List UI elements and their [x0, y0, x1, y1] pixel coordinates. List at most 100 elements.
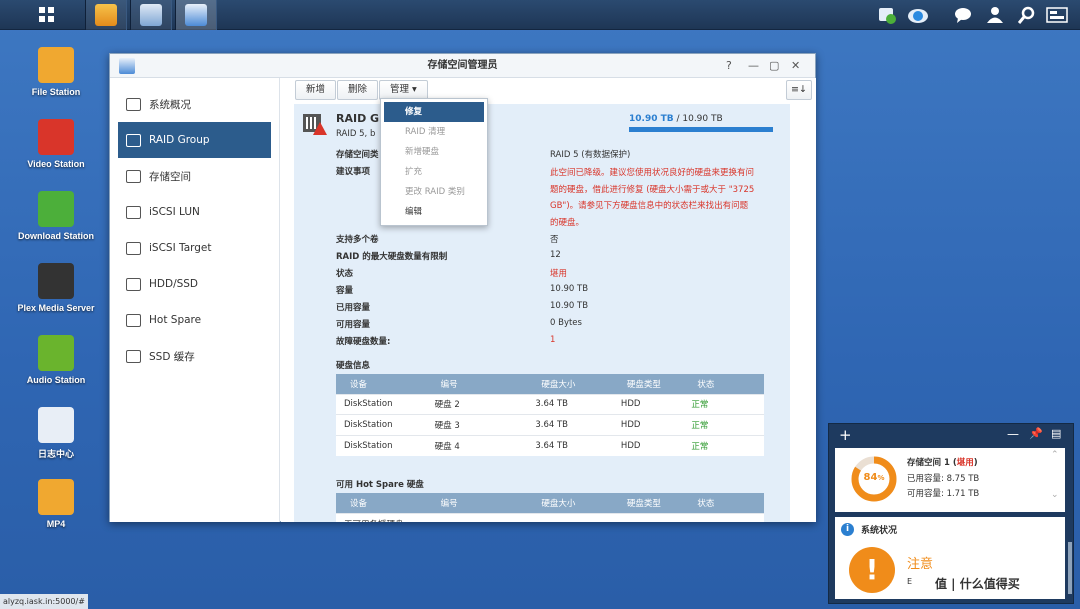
sidebar-item-1[interactable]: RAID Group: [118, 122, 271, 158]
maximize-button[interactable]: ▢: [769, 54, 779, 78]
desktop-icon-1[interactable]: Video Station: [6, 119, 106, 169]
taskbar-file-station[interactable]: [85, 0, 127, 30]
column-header[interactable]: 编号: [426, 493, 528, 513]
taskbar-control-panel[interactable]: [130, 0, 172, 30]
column-header[interactable]: 设备: [336, 374, 427, 394]
window-titlebar[interactable]: 存储空间管理员 ? — ▢ ✕: [110, 54, 815, 78]
chat-icon[interactable]: [952, 4, 974, 26]
capacity-readout: 10.90 TB / 10.90 TB: [629, 114, 723, 124]
column-header[interactable]: 状态: [683, 493, 764, 513]
column-header[interactable]: 状态: [683, 374, 764, 394]
table-row[interactable]: DiskStation 硬盘 2 3.64 TB HDD 正常: [336, 393, 764, 415]
scroll-up-icon[interactable]: ⌃: [1051, 450, 1059, 460]
column-header[interactable]: 硬盘大小: [527, 374, 613, 394]
max-disk-label: RAID 的最大硬盘数量有限制: [336, 252, 448, 262]
sidebar-item-label: RAID Group: [149, 134, 210, 146]
folder-icon: [38, 479, 74, 515]
sidebar-item-0[interactable]: 系统概况: [118, 86, 271, 122]
sort-button[interactable]: ≡↓: [786, 80, 812, 100]
search-icon[interactable]: [1016, 4, 1038, 26]
hotspare-table: 设备编号硬盘大小硬盘类型状态 无可用备援硬盘。: [336, 493, 764, 522]
sidebar-item-label: iSCSI LUN: [149, 206, 200, 218]
desktop-icon-3[interactable]: Plex Media Server: [6, 263, 106, 313]
column-header[interactable]: 设备: [336, 493, 427, 513]
disk-info-title: 硬盘信息: [336, 361, 371, 371]
menu-item-2[interactable]: 新增硬盘: [381, 142, 487, 162]
audio-station-icon: [38, 335, 74, 371]
desktop-icon-4[interactable]: Audio Station: [6, 335, 106, 385]
hotspare-empty: 无可用备援硬盘。: [336, 512, 764, 522]
plex-icon: [38, 263, 74, 299]
desktop-icon-5[interactable]: 日志中心: [6, 407, 106, 460]
capacity-label: 容量: [336, 286, 354, 296]
table-cell: 硬盘 3: [426, 414, 528, 435]
used-value: 10.90 TB: [550, 301, 589, 311]
delete-button[interactable]: 删除: [337, 80, 379, 100]
video-station-icon: [38, 119, 74, 155]
add-widget-button[interactable]: +: [839, 426, 852, 444]
menu-item-3[interactable]: 扩充: [381, 162, 487, 182]
raid-title: RAID Gr: [336, 112, 385, 125]
warning-icon: !: [849, 547, 895, 593]
column-header[interactable]: 硬盘类型: [612, 493, 684, 513]
scroll-down-icon[interactable]: ⌄: [1051, 490, 1059, 500]
sidebar-item-4[interactable]: iSCSI Target: [118, 230, 271, 266]
ssd-cache-icon: [126, 349, 141, 363]
sidebar-item-label: HDD/SSD: [149, 278, 199, 290]
help-button[interactable]: ?: [726, 54, 732, 78]
file-station-icon: [95, 4, 117, 26]
backup-icon[interactable]: [876, 4, 898, 26]
desktop-icon-0[interactable]: File Station: [6, 47, 106, 97]
menu-item-1[interactable]: RAID 清理: [381, 122, 487, 142]
desktop-icon-6[interactable]: MP4: [6, 479, 106, 529]
manage-button[interactable]: 管理 ▾: [379, 80, 428, 100]
sidebar-item-2[interactable]: 存储空间: [118, 158, 271, 194]
desktop-icon-2[interactable]: Download Station: [6, 191, 106, 241]
taskbar-storage-manager[interactable]: [175, 0, 217, 30]
raid-detail-panel: RAID Gr RAID 5, b 10.90 TB / 10.90 TB ⌃ …: [294, 104, 790, 522]
menu-item-5[interactable]: 编辑: [381, 202, 487, 222]
column-header[interactable]: 编号: [426, 374, 528, 394]
sidebar-item-3[interactable]: iSCSI LUN: [118, 194, 271, 230]
avail-label: 可用容量: [336, 320, 371, 330]
file-station-icon: [38, 47, 74, 83]
minimize-button[interactable]: —: [748, 54, 759, 78]
system-health-card: i 系统状况 ! 注意 E 值 | 什么值得买: [835, 517, 1065, 599]
sidebar-item-6[interactable]: Hot Spare: [118, 302, 271, 338]
create-button[interactable]: 新增: [295, 80, 337, 100]
raid-warning-icon: [303, 114, 327, 135]
health-title: 系统状况: [861, 526, 898, 536]
cloud-sync-icon[interactable]: [907, 4, 929, 26]
main-menu-button[interactable]: [25, 0, 69, 30]
download-station-icon: [38, 191, 74, 227]
sidebar-item-7[interactable]: SSD 缓存: [118, 338, 271, 374]
table-cell: 正常: [683, 434, 764, 456]
table-row[interactable]: DiskStation 硬盘 4 3.64 TB HDD 正常: [336, 434, 764, 456]
widget-panel: + — 📌 ▤ 84% 存储空间 1 (堪用) 已用容量: 8.75 TB 可用…: [828, 423, 1074, 604]
table-cell: DiskStation: [336, 414, 427, 435]
window-title: 存储空间管理员: [427, 60, 498, 71]
user-icon[interactable]: [984, 4, 1006, 26]
advice-line: GB")。请参见下方硬盘信息中的状态栏来找出有问题: [550, 201, 749, 211]
widget-scrollbar[interactable]: [1068, 542, 1072, 594]
column-header[interactable]: 硬盘大小: [527, 493, 613, 513]
storage-manager-icon: [119, 58, 135, 74]
control-panel-icon: [140, 4, 162, 26]
close-button[interactable]: ✕: [791, 54, 800, 78]
desktop-icon-label: Plex Media Server: [17, 303, 95, 313]
sidebar-item-5[interactable]: HDD/SSD: [118, 266, 271, 302]
table-cell: DiskStation: [336, 434, 427, 456]
column-header[interactable]: 硬盘类型: [612, 374, 684, 394]
menu-item-0[interactable]: 修复: [384, 102, 484, 122]
menu-item-4[interactable]: 更改 RAID 类别: [381, 182, 487, 202]
widgets-icon[interactable]: [1046, 4, 1068, 26]
status-url: alyzq.iask.in:5000/#: [0, 594, 88, 609]
minimize-widget-button[interactable]: —: [1007, 427, 1019, 441]
used-label: 已用容量: [336, 303, 371, 313]
taskbar: [0, 0, 1080, 30]
table-row[interactable]: DiskStation 硬盘 3 3.64 TB HDD 正常: [336, 414, 764, 435]
desktop-icon-label: Audio Station: [26, 375, 86, 385]
pin-icon[interactable]: 📌: [1029, 427, 1043, 440]
widget-menu-icon[interactable]: ▤: [1051, 427, 1061, 440]
status-label: 状态: [336, 269, 354, 279]
